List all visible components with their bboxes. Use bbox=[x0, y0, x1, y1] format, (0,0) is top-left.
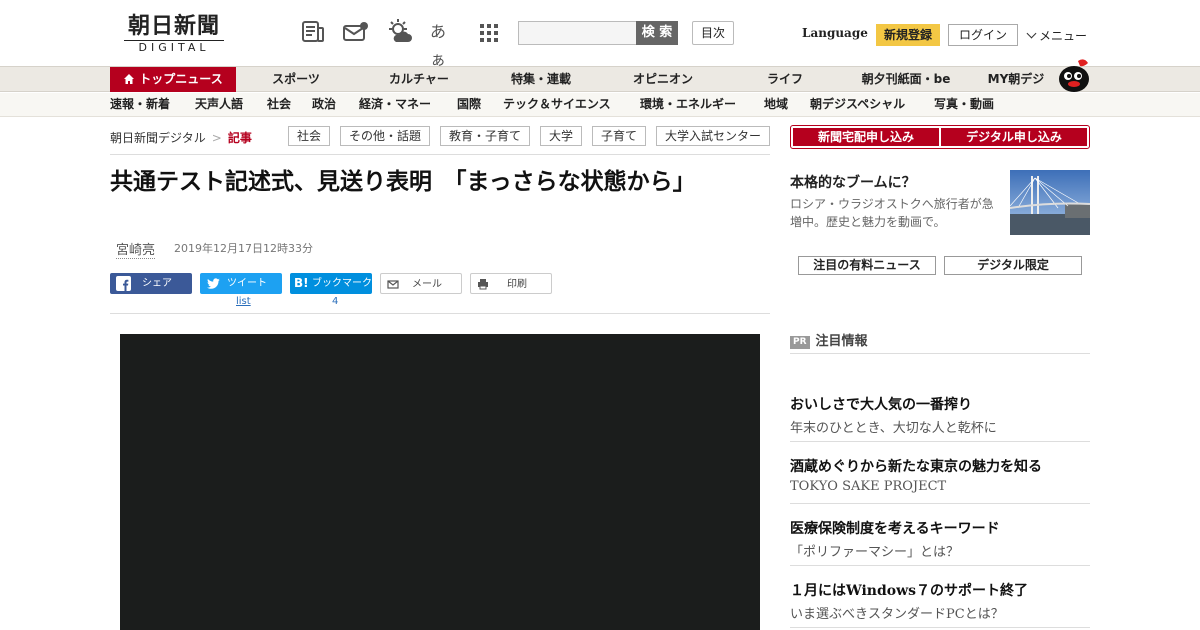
divider bbox=[790, 627, 1090, 628]
print-button[interactable]: 印刷 bbox=[470, 273, 552, 294]
nav-item-my-asadigi[interactable]: MY朝デジ bbox=[980, 67, 1052, 92]
video-player[interactable] bbox=[120, 334, 760, 630]
main-nav: トップニュース スポーツ カルチャー 特集・連載 オピニオン ライフ 朝夕刊紙面… bbox=[0, 59, 1200, 92]
feature-title[interactable]: 本格的なブームに？ bbox=[790, 172, 916, 192]
sub-nav-tenseijingo[interactable]: 天声人語 bbox=[195, 93, 243, 116]
tab-digital-only[interactable]: デジタル限定 bbox=[944, 256, 1082, 275]
twitter-count[interactable]: list bbox=[236, 296, 251, 307]
weather-icon[interactable] bbox=[386, 18, 412, 46]
mail-icon[interactable] bbox=[342, 18, 368, 46]
facebook-share-button[interactable]: シェア bbox=[110, 273, 192, 294]
pr-item-subtitle[interactable]: TOKYO SAKE PROJECT bbox=[790, 479, 946, 494]
share-label: シェア bbox=[142, 278, 172, 289]
tab-premium-news[interactable]: 注目の有料ニュース bbox=[798, 256, 936, 275]
newspaper-icon[interactable] bbox=[300, 18, 326, 46]
nav-item-sports[interactable]: スポーツ bbox=[250, 67, 342, 92]
feature-description[interactable]: ロシア・ウラジオストクへ旅行者が急増中。歴史と魅力を動画で。 bbox=[790, 195, 1004, 231]
subscribe-box: 新聞宅配申し込み デジタル申し込み bbox=[790, 125, 1090, 149]
menu-button[interactable]: メニュー bbox=[1026, 27, 1088, 44]
tag-other-topics[interactable]: その他・話題 bbox=[340, 126, 430, 146]
article-title: 共通テスト記述式、見送り表明 「まっさらな状態から」 bbox=[110, 169, 696, 195]
pr-section-header: PR 注目情報 bbox=[790, 330, 868, 349]
sub-nav-politics[interactable]: 政治 bbox=[312, 93, 336, 116]
nav-item-life[interactable]: ライフ bbox=[750, 67, 820, 92]
tag-education[interactable]: 教育・子育て bbox=[440, 126, 530, 146]
hatena-bookmark-button[interactable]: B! ブックマーク bbox=[290, 273, 372, 294]
nav-item-top-news[interactable]: トップニュース bbox=[110, 67, 236, 92]
logo-jp: 朝日新聞 bbox=[127, 13, 220, 39]
divider bbox=[790, 565, 1090, 566]
pr-badge: PR bbox=[790, 336, 810, 349]
nav-label: トップニュース bbox=[139, 72, 223, 86]
sub-nav-photo-video[interactable]: 写真・動画 bbox=[934, 93, 994, 116]
tweet-label: ツイート bbox=[227, 278, 267, 289]
pr-item-subtitle[interactable]: 「ポリファーマシー」とは？ bbox=[790, 541, 959, 560]
sub-nav-special[interactable]: 朝デジスペシャル bbox=[810, 93, 905, 116]
breadcrumb-home[interactable]: 朝日新聞デジタル bbox=[110, 131, 206, 145]
toc-button[interactable]: 目次 bbox=[692, 21, 734, 45]
divider bbox=[790, 503, 1090, 504]
divider bbox=[790, 353, 1090, 354]
tag-society[interactable]: 社会 bbox=[288, 126, 330, 146]
mail-label: メール bbox=[412, 279, 442, 290]
sub-nav-region[interactable]: 地域 bbox=[764, 93, 788, 116]
logo-en: DIGITAL bbox=[124, 40, 224, 54]
pr-item-title[interactable]: 酒蔵めぐりから新たな東京の魅力を知る bbox=[790, 456, 1042, 476]
sub-nav-environment[interactable]: 環境・エネルギー bbox=[640, 93, 736, 116]
divider bbox=[110, 313, 770, 314]
pr-item-subtitle[interactable]: いま選ぶべきスタンダードPCとは？ bbox=[790, 603, 1004, 622]
author-link[interactable]: 宮崎亮 bbox=[116, 239, 156, 259]
login-button[interactable]: ログイン bbox=[948, 24, 1018, 46]
menu-label: メニュー bbox=[1039, 29, 1088, 43]
breadcrumb: 朝日新聞デジタル > 記事 bbox=[110, 129, 252, 146]
feature-thumbnail[interactable] bbox=[1010, 170, 1090, 235]
bookmark-label: ブックマーク bbox=[312, 278, 372, 289]
mascot-icon[interactable] bbox=[1054, 57, 1092, 93]
language-link[interactable]: Language bbox=[802, 26, 868, 40]
divider bbox=[790, 441, 1090, 442]
asahi-logo[interactable]: 朝日新聞 DIGITAL bbox=[118, 14, 230, 54]
sub-nav: 速報・新着 天声人語 社会 政治 経済・マネー 国際 テック＆サイエンス 環境・… bbox=[0, 93, 1200, 117]
pr-item-title[interactable]: １月にはWindows７のサポート終了 bbox=[790, 580, 1028, 600]
hatena-count[interactable]: 4 bbox=[332, 296, 338, 307]
register-button[interactable]: 新規登録 bbox=[876, 24, 940, 46]
breadcrumb-current: 記事 bbox=[227, 131, 252, 145]
nav-item-culture[interactable]: カルチャー bbox=[370, 67, 468, 92]
print-label: 印刷 bbox=[507, 279, 527, 290]
sub-nav-economy[interactable]: 経済・マネー bbox=[359, 93, 431, 116]
digital-subscribe-button[interactable]: デジタル申し込み bbox=[941, 128, 1087, 146]
search-input[interactable] bbox=[518, 21, 638, 45]
font-size-icon[interactable]: あぁ bbox=[430, 18, 460, 69]
newspaper-subscribe-button[interactable]: 新聞宅配申し込み bbox=[793, 128, 939, 146]
sub-nav-international[interactable]: 国際 bbox=[457, 93, 481, 116]
home-icon bbox=[123, 69, 135, 94]
tag-parenting[interactable]: 子育て bbox=[592, 126, 646, 146]
apps-grid-icon[interactable] bbox=[478, 18, 504, 46]
divider bbox=[110, 154, 770, 155]
nav-item-opinion[interactable]: オピニオン bbox=[614, 67, 712, 92]
pr-header-label: 注目情報 bbox=[815, 334, 868, 349]
twitter-share-button[interactable]: ツイート bbox=[200, 273, 282, 294]
pr-item-title[interactable]: おいしさで大人気の一番搾り bbox=[790, 394, 972, 414]
sub-nav-tech[interactable]: テック＆サイエンス bbox=[503, 93, 611, 116]
breadcrumb-separator: > bbox=[211, 131, 222, 145]
article-date: 2019年12月17日12時33分 bbox=[174, 242, 313, 255]
mail-share-button[interactable]: メール bbox=[380, 273, 462, 294]
pr-item-subtitle[interactable]: 年末のひととき、大切な人と乾杯に bbox=[790, 417, 997, 436]
pr-item-title[interactable]: 医療保険制度を考えるキーワード bbox=[790, 518, 1000, 538]
tag-university[interactable]: 大学 bbox=[540, 126, 582, 146]
nav-item-features[interactable]: 特集・連載 bbox=[494, 67, 588, 92]
sub-nav-breaking[interactable]: 速報・新着 bbox=[110, 93, 170, 116]
tag-exam-center[interactable]: 大学入試センター bbox=[656, 126, 770, 146]
nav-item-newspaper-be[interactable]: 朝夕刊紙面・be bbox=[848, 67, 964, 92]
sub-nav-society[interactable]: 社会 bbox=[267, 93, 291, 116]
search-button[interactable]: 検 索 bbox=[636, 21, 678, 45]
chevron-down-icon bbox=[1026, 28, 1037, 39]
